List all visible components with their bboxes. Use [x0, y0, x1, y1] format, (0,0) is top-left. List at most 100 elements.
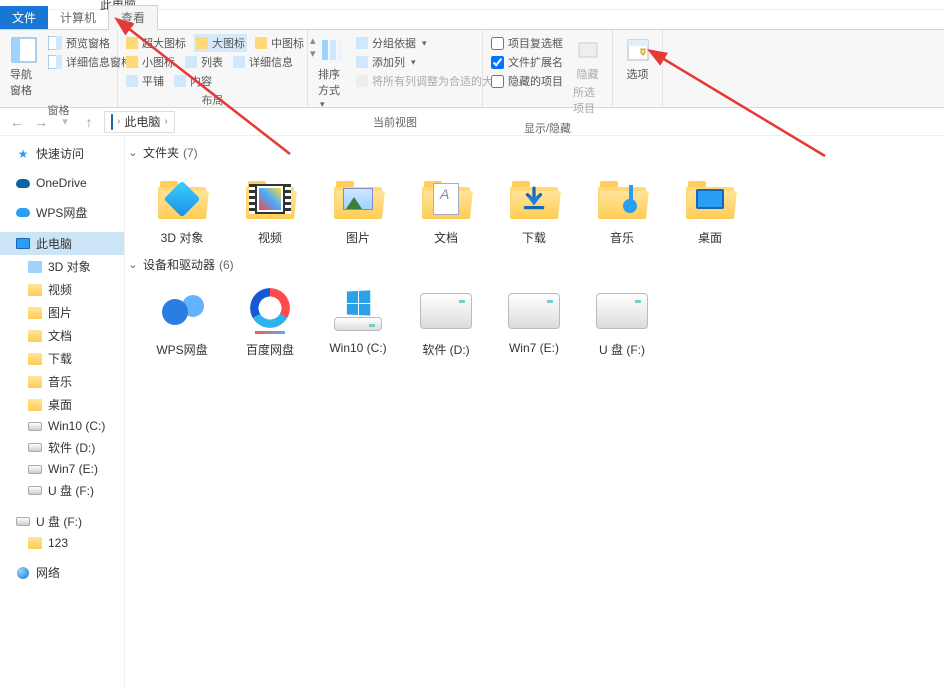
hide-selected-icon: [574, 36, 602, 64]
sidebar-item-win10-c-[interactable]: Win10 (C:): [0, 416, 124, 436]
sidebar-item-usb[interactable]: U 盘 (F:): [0, 510, 124, 533]
ribbon-tabs: 文件 计算机 查看: [0, 10, 944, 30]
sort-label: 排序方式: [318, 69, 340, 97]
caret-icon: ▾: [422, 38, 427, 49]
sidebar-item-wps[interactable]: WPS网盘: [0, 201, 124, 224]
layout-large[interactable]: 大图标: [194, 34, 247, 52]
drives-grid: WPS网盘百度网盘 Win10 (C:) 软件 (D:) Win7 (E:) U 盘 (…: [127, 277, 944, 364]
item-checkboxes-checkbox[interactable]: [491, 37, 504, 50]
sidebar-item--[interactable]: 音乐: [0, 370, 124, 393]
tab-computer[interactable]: 计算机: [48, 6, 108, 29]
layout-content[interactable]: 内容: [172, 72, 214, 90]
sidebar-item-this-pc[interactable]: 此电脑: [0, 232, 124, 255]
folder-icon: [28, 398, 42, 412]
folder-icon: [28, 329, 42, 343]
folders-grid: 3D 对象 视频 图片文档下载音乐桌面: [127, 165, 944, 252]
sidebar-item-win7-e-[interactable]: Win7 (E:): [0, 459, 124, 479]
item-checkboxes-label: 项目复选框: [508, 35, 563, 51]
drive-win10-c-[interactable]: Win10 (C:): [323, 285, 393, 358]
sidebar-item-u-f-[interactable]: U 盘 (F:): [0, 479, 124, 502]
video-icon: [244, 173, 296, 225]
sidebar-item-usb-child[interactable]: 123: [0, 533, 124, 553]
sidebar-label: 软件 (D:): [48, 439, 95, 456]
sidebar-label: 此电脑: [36, 235, 72, 252]
drive--d-[interactable]: 软件 (D:): [411, 285, 481, 358]
sidebar-item-quick-access[interactable]: ★快速访问: [0, 142, 124, 165]
sidebar-item--[interactable]: 文档: [0, 324, 124, 347]
sidebar-item--[interactable]: 桌面: [0, 393, 124, 416]
nav-recent-button[interactable]: ▾: [56, 113, 74, 131]
drive-win7-e-[interactable]: Win7 (E:): [499, 285, 569, 358]
sidebar-item--d-[interactable]: 软件 (D:): [0, 436, 124, 459]
layout-tile[interactable]: 平铺: [124, 72, 166, 90]
folder-video[interactable]: 视频: [235, 173, 305, 246]
section-folders-title: 文件夹: [143, 144, 179, 161]
layout-detail[interactable]: 详细信息: [231, 53, 295, 71]
drive-icon: [420, 285, 472, 337]
crumb-root[interactable]: 此电脑: [124, 113, 160, 130]
sidebar-item--[interactable]: 图片: [0, 301, 124, 324]
tab-file[interactable]: 文件: [0, 6, 48, 29]
layout-detail-label: 详细信息: [249, 54, 293, 70]
3d-icon: [28, 260, 42, 274]
sidebar-item--[interactable]: 视频: [0, 278, 124, 301]
breadcrumb[interactable]: › 此电脑 ›: [104, 111, 175, 133]
layout-medium-icon: [255, 37, 267, 49]
options-label: 选项: [627, 66, 649, 82]
tab-view[interactable]: 查看: [108, 5, 158, 30]
options-button[interactable]: 选项: [620, 34, 656, 84]
star-icon: ★: [16, 147, 30, 161]
file-ext-toggle[interactable]: 文件扩展名: [489, 53, 565, 71]
layout-large-label: 大图标: [212, 35, 245, 51]
nav-tree: ★快速访问 OneDrive WPS网盘 此电脑 3D 对象视频图片文档下载音乐…: [0, 136, 125, 688]
hide-selected-button[interactable]: 隐藏 所选项目: [569, 34, 606, 118]
hidden-items-checkbox[interactable]: [491, 75, 504, 88]
folder-desktop[interactable]: 桌面: [675, 173, 745, 246]
layout-list-label: 列表: [201, 54, 223, 70]
layout-detail-icon: [233, 56, 245, 68]
nav-back-button[interactable]: ←: [8, 113, 26, 131]
folder-pictures[interactable]: 图片: [323, 173, 393, 246]
sidebar-item-3d-[interactable]: 3D 对象: [0, 255, 124, 278]
layout-small[interactable]: 小图标: [124, 53, 177, 71]
add-columns-icon: [356, 56, 368, 68]
group-options-label: [619, 103, 656, 105]
folder-music[interactable]: 音乐: [587, 173, 657, 246]
folder-icon: [28, 375, 42, 389]
folder-docs[interactable]: 文档: [411, 173, 481, 246]
folder-3d[interactable]: 3D 对象: [147, 173, 217, 246]
section-drives-count: (6): [219, 258, 234, 272]
section-drives-header[interactable]: ⌄ 设备和驱动器 (6): [127, 252, 944, 277]
sidebar-item-onedrive[interactable]: OneDrive: [0, 173, 124, 193]
item-checkboxes-toggle[interactable]: 项目复选框: [489, 34, 565, 52]
drive-icon: [28, 441, 42, 455]
drive--[interactable]: 百度网盘: [235, 285, 305, 358]
item-label: 视频: [258, 229, 282, 246]
nav-forward-button[interactable]: →: [32, 113, 50, 131]
preview-pane-icon: [48, 36, 62, 50]
sidebar-item-network[interactable]: 网络: [0, 561, 124, 584]
folder-downloads[interactable]: 下载: [499, 173, 569, 246]
sidebar-label: 视频: [48, 281, 72, 298]
nav-pane-button[interactable]: 导航窗格: [6, 34, 42, 100]
drive-wps-[interactable]: WPS网盘: [147, 285, 217, 358]
group-by-icon: [356, 37, 368, 49]
drive-u-f-[interactable]: U 盘 (F:): [587, 285, 657, 358]
sidebar-label: 网络: [36, 564, 60, 581]
file-ext-checkbox[interactable]: [491, 56, 504, 69]
sort-icon: [318, 36, 346, 64]
pictures-icon: [332, 173, 384, 225]
item-label: 3D 对象: [161, 229, 204, 246]
sidebar-label: WPS网盘: [36, 204, 87, 221]
this-pc-icon: [111, 115, 113, 129]
sidebar-item--[interactable]: 下载: [0, 347, 124, 370]
group-by-label: 分组依据: [372, 35, 416, 51]
layout-medium[interactable]: 中图标: [253, 34, 306, 52]
layout-xlarge[interactable]: 超大图标: [124, 34, 188, 52]
layout-list[interactable]: 列表: [183, 53, 225, 71]
hidden-items-toggle[interactable]: 隐藏的项目: [489, 72, 565, 90]
group-layout: 超大图标 大图标 中图标 小图标 列表 详细信息 平铺 内容 ▴▾ 布局: [118, 30, 308, 107]
section-folders-header[interactable]: ⌄ 文件夹 (7): [127, 140, 944, 165]
sort-button[interactable]: 排序方式▾: [314, 34, 350, 112]
nav-up-button[interactable]: ↑: [80, 113, 98, 131]
